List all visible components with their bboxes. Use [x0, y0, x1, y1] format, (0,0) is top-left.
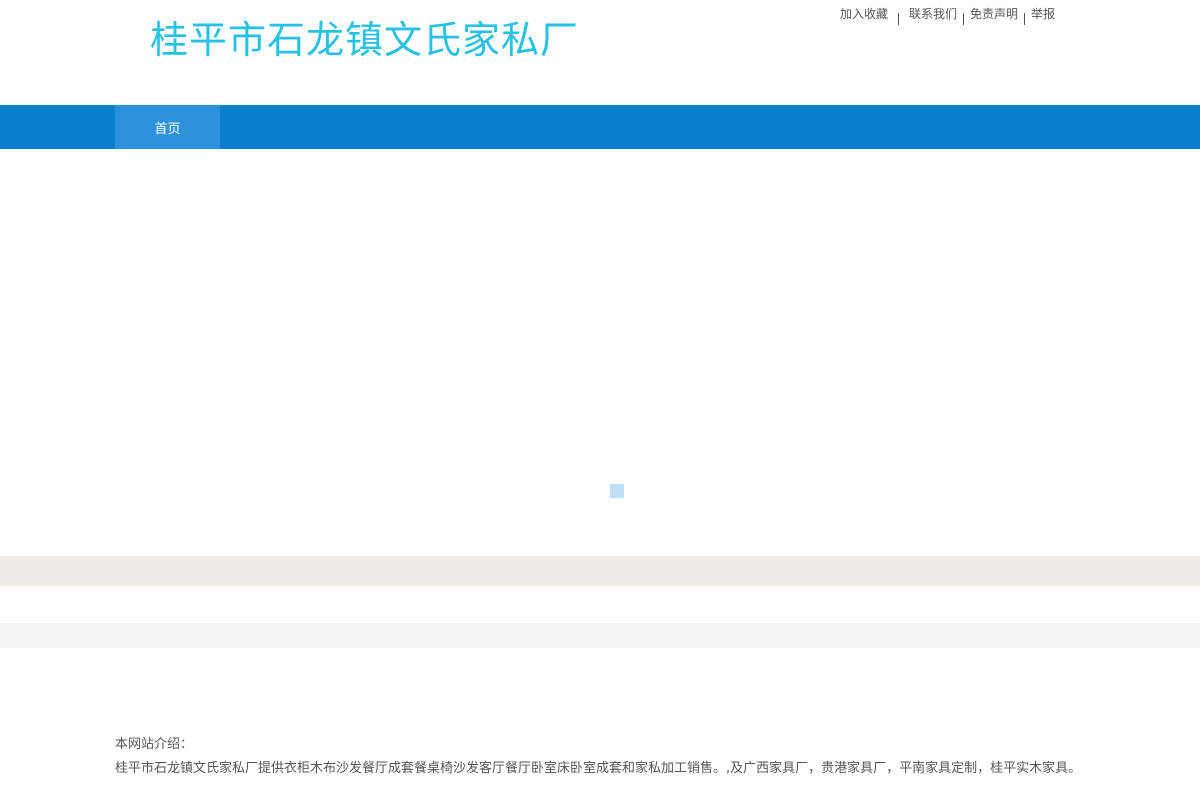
- section-band: [0, 556, 1200, 586]
- top-links: 加入收藏 联系我们 免责声明 举报: [840, 4, 1055, 25]
- intro-text: 桂平市石龙镇文氏家私厂提供衣柜木布沙发餐厅成套餐桌椅沙发客厅餐厅卧室床卧室成套和…: [115, 761, 1082, 776]
- page: 桂平市石龙镇文氏家私厂 加入收藏 联系我们 免责声明 举报 首页 本网站介绍： …: [0, 0, 1200, 800]
- intro-title: 本网站介绍：: [115, 737, 194, 752]
- main-nav: 首页: [0, 105, 1200, 149]
- disclaimer-link[interactable]: 免责声明: [970, 4, 1018, 24]
- link-divider: [963, 13, 965, 25]
- site-intro: 本网站介绍： 桂平市石龙镇文氏家私厂提供衣柜木布沙发餐厅成套餐桌椅沙发客厅餐厅卧…: [115, 735, 1090, 779]
- section-band: [0, 623, 1200, 648]
- link-divider: [898, 13, 900, 25]
- site-title: 桂平市石龙镇文氏家私厂: [150, 18, 580, 62]
- report-link[interactable]: 举报: [1031, 4, 1055, 24]
- banner-area: [0, 149, 1200, 556]
- loading-indicator: [610, 484, 624, 498]
- add-favorite-link[interactable]: 加入收藏: [840, 4, 888, 24]
- nav-item-home[interactable]: 首页: [115, 105, 220, 149]
- link-divider: [1024, 13, 1026, 25]
- contact-us-link[interactable]: 联系我们: [909, 4, 957, 24]
